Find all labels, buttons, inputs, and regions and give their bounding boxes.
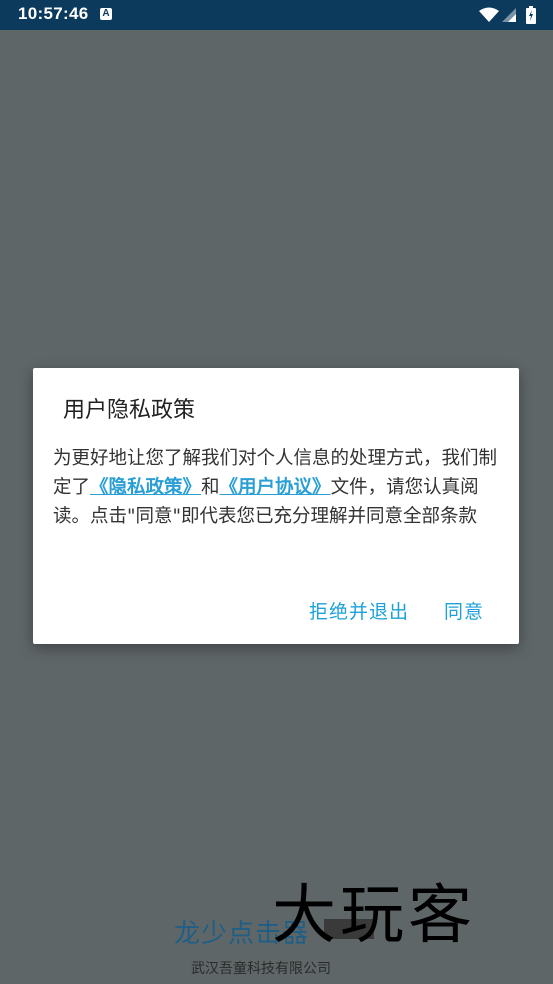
company-name: 武汉吾童科技有限公司: [191, 961, 331, 977]
notification-a-icon: A: [100, 8, 112, 20]
dialog-title: 用户隐私政策: [63, 398, 196, 423]
privacy-policy-link[interactable]: 《隐私政策》: [90, 477, 201, 498]
dialog-message: 为更好地让您了解我们对个人信息的处理方式，我们制定了《隐私政策》和《用户协议》文…: [53, 444, 503, 531]
status-bar: 10:57:46 A: [0, 0, 553, 30]
status-time: 10:57:46: [18, 4, 89, 23]
privacy-dialog: 用户隐私政策 为更好地让您了解我们对个人信息的处理方式，我们制定了《隐私政策》和…: [33, 368, 519, 644]
signal-icon: [502, 8, 516, 22]
dialog-message-part2: 和: [201, 477, 220, 498]
reject-exit-button[interactable]: 拒绝并退出: [309, 597, 409, 624]
battery-icon: [526, 6, 536, 24]
wifi-icon: [479, 7, 499, 22]
agree-button[interactable]: 同意: [444, 597, 484, 624]
watermark: 大玩客: [272, 879, 476, 953]
user-agreement-link[interactable]: 《用户协议》: [220, 477, 331, 498]
